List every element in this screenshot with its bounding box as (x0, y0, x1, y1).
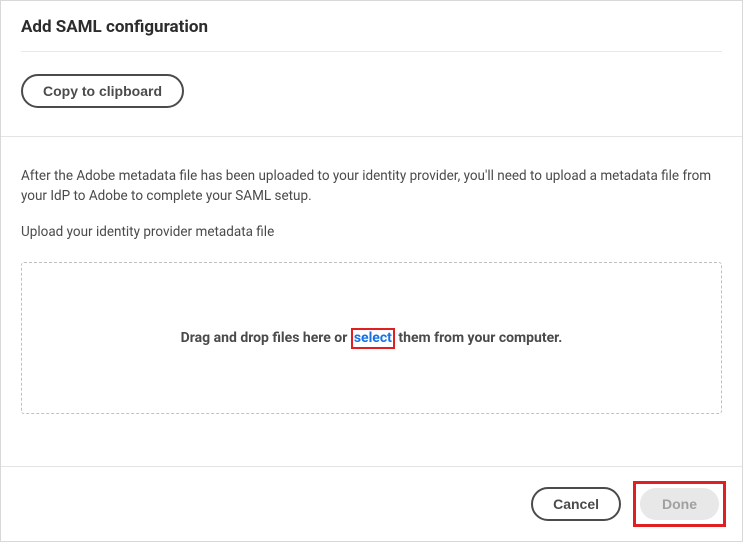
clipboard-section: Copy to clipboard (1, 52, 742, 136)
done-button[interactable]: Done (640, 488, 719, 520)
cancel-button[interactable]: Cancel (531, 487, 621, 521)
dialog-title: Add SAML configuration (21, 17, 722, 37)
dialog-footer: Cancel Done (1, 466, 742, 541)
select-file-link[interactable]: select (351, 328, 395, 349)
upload-label: Upload your identity provider metadata f… (21, 224, 722, 240)
dialog-header: Add SAML configuration (1, 1, 742, 51)
dropzone-text: Drag and drop files here or select them … (181, 328, 563, 349)
copy-to-clipboard-button[interactable]: Copy to clipboard (21, 74, 184, 108)
upload-section: After the Adobe metadata file has been u… (1, 137, 742, 434)
dropzone-suffix: them from your computer. (395, 330, 562, 346)
done-highlight-annotation: Done (633, 481, 726, 527)
dropzone-prefix: Drag and drop files here or (181, 330, 351, 346)
file-dropzone[interactable]: Drag and drop files here or select them … (21, 262, 722, 414)
upload-instruction-text: After the Adobe metadata file has been u… (21, 167, 722, 206)
